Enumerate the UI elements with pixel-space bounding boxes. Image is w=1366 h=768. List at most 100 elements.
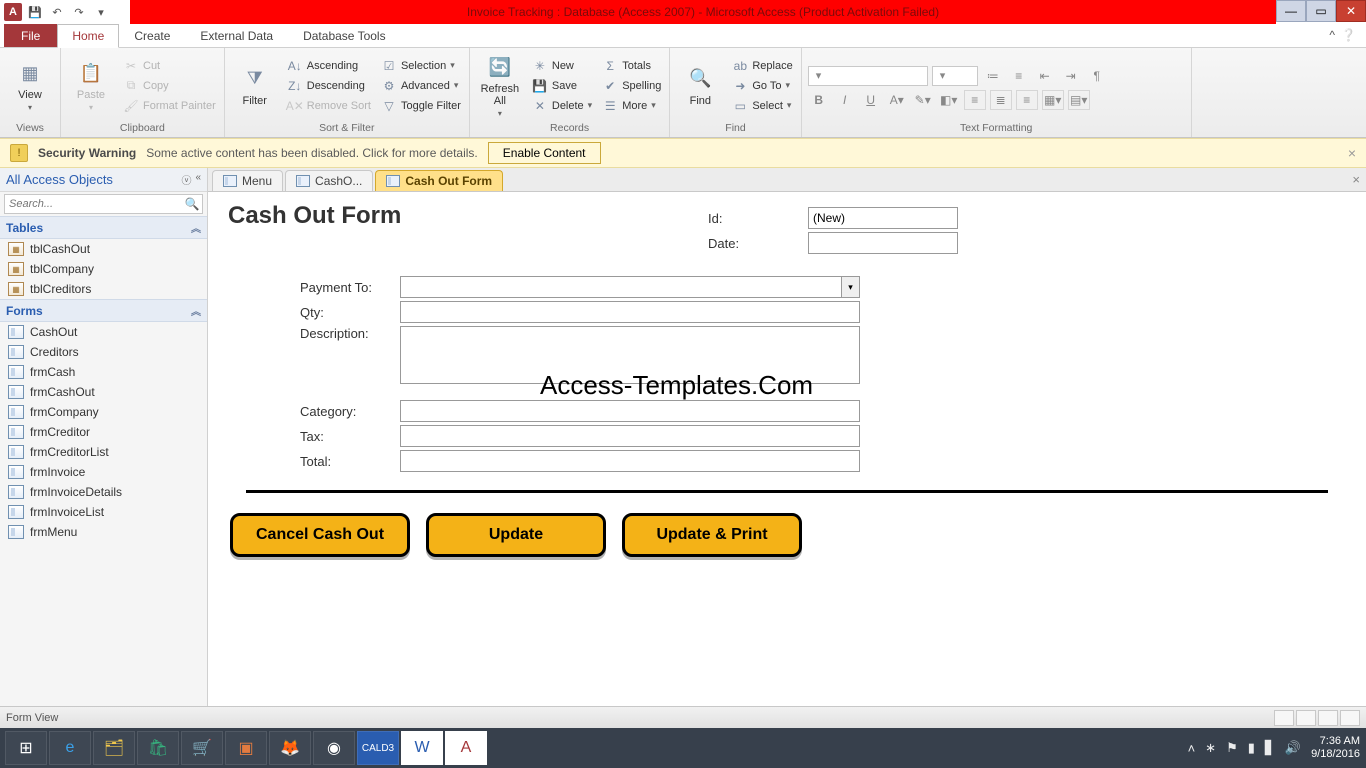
fill-color-icon[interactable]: ◧▾	[938, 90, 960, 110]
text-dir-icon[interactable]: ¶	[1086, 66, 1108, 86]
taskbar-access-icon[interactable]: A	[445, 731, 487, 765]
close-button[interactable]: ✕	[1336, 0, 1366, 22]
ribbon-minimize-icon[interactable]: ^	[1329, 28, 1335, 42]
redo-icon[interactable]: ↷	[70, 3, 88, 21]
tab-file[interactable]: File	[4, 24, 57, 47]
new-record-button[interactable]: ✳New	[530, 57, 594, 75]
doc-tab-cashout-form[interactable]: Cash Out Form	[375, 170, 503, 191]
tray-bluetooth-icon[interactable]: ∗	[1205, 740, 1216, 756]
maximize-button[interactable]: ▭	[1306, 0, 1336, 22]
nav-collapse-icon[interactable]: «	[195, 172, 201, 187]
view-layout-icon[interactable]	[1318, 710, 1338, 726]
tray-chevron-up-icon[interactable]: ˄	[1188, 741, 1196, 756]
advanced-button[interactable]: ⚙Advanced	[379, 77, 463, 95]
alt-row-icon[interactable]: ▤▾	[1068, 90, 1090, 110]
enable-content-button[interactable]: Enable Content	[488, 142, 601, 164]
tray-battery-icon[interactable]: ▮	[1248, 740, 1255, 756]
copy-button[interactable]: ⧉Copy	[121, 77, 218, 95]
tray-network-icon[interactable]: ▋	[1265, 740, 1275, 756]
date-field[interactable]	[808, 232, 958, 254]
indent-dec-icon[interactable]: ⇤	[1034, 66, 1056, 86]
security-close-icon[interactable]: ×	[1348, 145, 1356, 161]
taskbar-word-icon[interactable]: W	[401, 731, 443, 765]
tax-field[interactable]	[400, 425, 860, 447]
replace-button[interactable]: abReplace	[730, 57, 794, 75]
nav-item-table[interactable]: ▦tblCompany	[0, 259, 207, 279]
tray-clock[interactable]: 7:36 AM 9/18/2016	[1311, 735, 1360, 761]
remove-sort-button[interactable]: A✕Remove Sort	[285, 97, 373, 115]
start-button[interactable]: ⊞	[5, 731, 47, 765]
cancel-cash-out-button[interactable]: Cancel Cash Out	[230, 513, 410, 557]
update-button[interactable]: Update	[426, 513, 606, 557]
save-record-button[interactable]: 💾Save	[530, 77, 594, 95]
italic-icon[interactable]: I	[834, 90, 856, 110]
taskbar-store-icon[interactable]: 🛍	[137, 731, 179, 765]
descending-button[interactable]: Z↓Descending	[285, 77, 373, 95]
nav-item-form[interactable]: frmCreditor	[0, 422, 207, 442]
nav-search-input[interactable]	[5, 198, 182, 210]
nav-item-form[interactable]: frmCash	[0, 362, 207, 382]
help-icon[interactable]: ❔	[1341, 28, 1356, 42]
taskbar-ie-icon[interactable]: e	[49, 731, 91, 765]
align-left-icon[interactable]: ≡	[964, 90, 986, 110]
nav-item-form[interactable]: frmMenu	[0, 522, 207, 542]
numbering-icon[interactable]: ≡	[1008, 66, 1030, 86]
doc-tab-cashout-list[interactable]: CashO...	[285, 170, 373, 191]
bold-icon[interactable]: B	[808, 90, 830, 110]
update-print-button[interactable]: Update & Print	[622, 513, 802, 557]
paste-button[interactable]: 📋 Paste ▾	[67, 59, 115, 112]
nav-item-table[interactable]: ▦tblCashOut	[0, 239, 207, 259]
nav-item-form[interactable]: frmInvoiceList	[0, 502, 207, 522]
font-size-combo[interactable]: ▾	[932, 66, 978, 86]
category-field[interactable]	[400, 400, 860, 422]
underline-icon[interactable]: U	[860, 90, 882, 110]
taskbar-app-icon[interactable]: 🛒	[181, 731, 223, 765]
font-family-combo[interactable]: ▾	[808, 66, 928, 86]
more-button[interactable]: ☰More	[600, 97, 663, 115]
taskbar-app-icon[interactable]: ▣	[225, 731, 267, 765]
payment-to-combo[interactable]: ▾	[400, 276, 860, 298]
doc-tab-menu[interactable]: Menu	[212, 170, 283, 191]
tray-flag-icon[interactable]: ⚑	[1226, 740, 1238, 756]
id-field[interactable]	[808, 207, 958, 229]
select-button[interactable]: ▭Select	[730, 97, 794, 115]
refresh-all-button[interactable]: 🔄 Refresh All ▾	[476, 53, 524, 118]
minimize-button[interactable]: —	[1276, 0, 1306, 22]
spelling-button[interactable]: ✔Spelling	[600, 77, 663, 95]
nav-item-form[interactable]: CashOut	[0, 322, 207, 342]
total-field[interactable]	[400, 450, 860, 472]
view-button[interactable]: ▦ View ▾	[6, 59, 54, 112]
app-logo-icon[interactable]: A	[4, 3, 22, 21]
toggle-filter-button[interactable]: ▽Toggle Filter	[379, 97, 463, 115]
nav-item-form[interactable]: frmCashOut	[0, 382, 207, 402]
taskbar-app-icon[interactable]: CALD3	[357, 731, 399, 765]
qat-dropdown-icon[interactable]: ▾	[92, 3, 110, 21]
search-icon[interactable]: 🔍	[182, 197, 202, 211]
align-right-icon[interactable]: ≡	[1016, 90, 1038, 110]
undo-icon[interactable]: ↶	[48, 3, 66, 21]
taskbar-chrome-icon[interactable]: ◉	[313, 731, 355, 765]
nav-item-form[interactable]: frmInvoiceDetails	[0, 482, 207, 502]
nav-header[interactable]: All Access Objects ⓥ «	[0, 168, 207, 192]
ascending-button[interactable]: A↓Ascending	[285, 57, 373, 75]
tab-close-icon[interactable]: ×	[1352, 172, 1360, 187]
nav-category-tables[interactable]: Tables ︽	[0, 216, 207, 239]
highlight-icon[interactable]: ✎▾	[912, 90, 934, 110]
nav-item-form[interactable]: frmInvoice	[0, 462, 207, 482]
nav-item-table[interactable]: ▦tblCreditors	[0, 279, 207, 299]
qty-field[interactable]	[400, 301, 860, 323]
format-painter-button[interactable]: 🖌Format Painter	[121, 97, 218, 115]
taskbar-explorer-icon[interactable]: 🗂	[93, 731, 135, 765]
gridlines-icon[interactable]: ▦▾	[1042, 90, 1064, 110]
selection-button[interactable]: ☑Selection	[379, 57, 463, 75]
taskbar-firefox-icon[interactable]: 🦊	[269, 731, 311, 765]
view-form-icon[interactable]	[1274, 710, 1294, 726]
tray-volume-icon[interactable]: 🔊	[1285, 740, 1301, 756]
tab-external-data[interactable]: External Data	[185, 24, 288, 47]
save-icon[interactable]: 💾	[26, 3, 44, 21]
bullets-icon[interactable]: ≔	[982, 66, 1004, 86]
font-color-icon[interactable]: A▾	[886, 90, 908, 110]
cut-button[interactable]: ✂Cut	[121, 57, 218, 75]
view-design-icon[interactable]	[1340, 710, 1360, 726]
tab-create[interactable]: Create	[119, 24, 185, 47]
